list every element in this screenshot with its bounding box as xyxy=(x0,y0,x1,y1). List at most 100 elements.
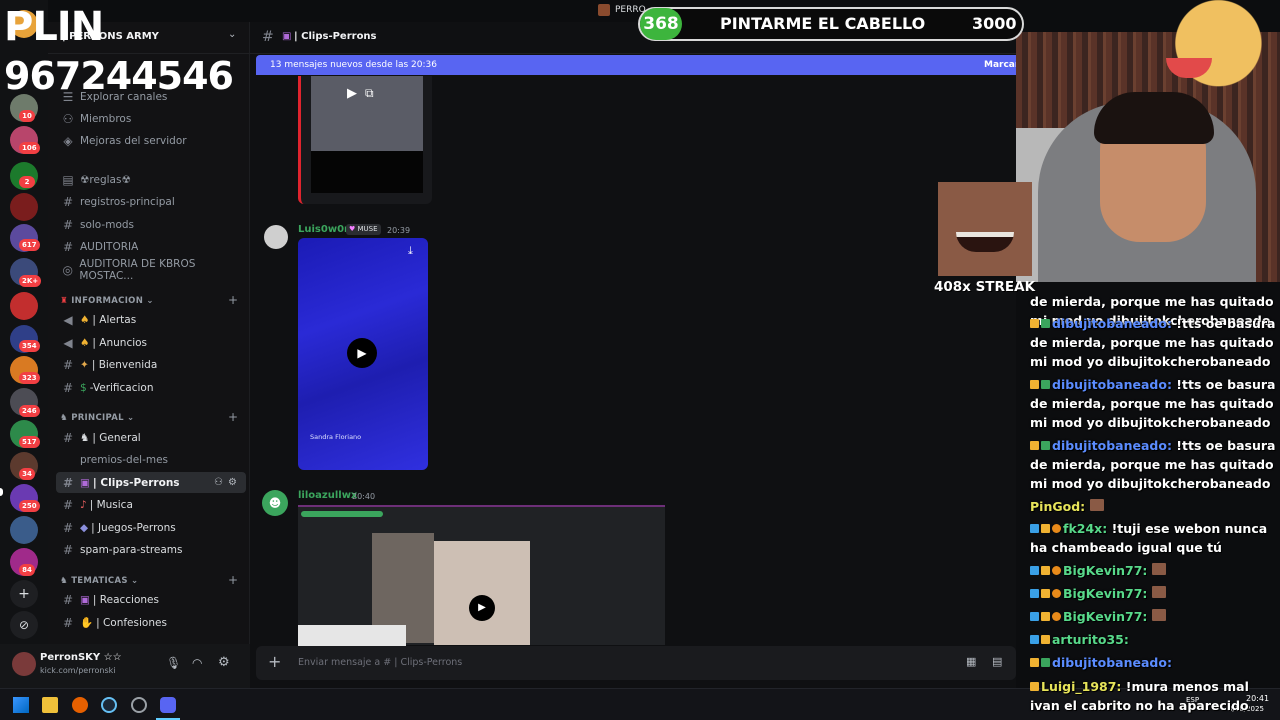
gear-icon[interactable]: ⚙ xyxy=(218,655,230,670)
message-composer[interactable]: + Enviar mensaje a # | Clips-Perrons ▦ ▤ xyxy=(256,646,1016,680)
clapper-icon: ▣ xyxy=(80,593,90,606)
channel-premios[interactable]: premios-del-mes xyxy=(56,449,246,470)
category-tematicas[interactable]: ♞ TEMATICAS ⌄ xyxy=(60,576,138,586)
channel-musica[interactable]: # ♪ | Musica xyxy=(56,494,246,515)
mention-badge: 2 xyxy=(19,176,35,188)
hash-icon: # xyxy=(62,217,74,232)
sidebar-item-boosts[interactable]: ◈ Mejoras del servidor xyxy=(56,130,246,151)
mark-read-button[interactable]: Marcar xyxy=(984,60,1019,70)
user-status: kick.com/perronski xyxy=(40,666,116,675)
mention-badge: 617 xyxy=(19,239,40,251)
stream-chat-message: dibujitobaneado: !tts oe basura de mierd… xyxy=(1030,436,1276,493)
music-icon: ♪ xyxy=(80,498,87,511)
channel-solo-mods[interactable]: # solo-mods xyxy=(56,214,246,235)
channel-anuncios[interactable]: ◀ ♠ | Anuncios xyxy=(56,332,246,353)
channel-label: | Clips-Perrons xyxy=(92,476,180,489)
channel-reacciones[interactable]: # ▣ | Reacciones xyxy=(56,589,246,610)
mention-badge: 250 xyxy=(19,500,40,512)
message-timestamp: 20:39 xyxy=(387,226,411,235)
play-icon[interactable]: ▶ xyxy=(347,338,377,368)
hash-icon: # xyxy=(62,430,74,445)
vip-badge-icon xyxy=(1030,612,1039,621)
dog-icon: ♞ xyxy=(60,413,72,423)
bell-icon: ♠ xyxy=(80,336,90,349)
file-explorer-icon[interactable] xyxy=(42,697,58,713)
channel-verificacion[interactable]: # $ -Verificacion xyxy=(56,377,246,398)
sidebar-item-label: Mejoras del servidor xyxy=(80,134,187,147)
server-icon[interactable] xyxy=(10,193,38,221)
laughing-mouth xyxy=(956,232,1014,252)
firefox-icon[interactable] xyxy=(72,697,88,713)
channel-label: AUDITORIA DE KBROS MOSTAC... xyxy=(79,257,196,282)
gear-icon[interactable]: ⚙ xyxy=(228,477,237,488)
category-label: TEMATICAS xyxy=(71,576,128,586)
avatar[interactable] xyxy=(12,652,36,676)
stream-chat-message: PinGod: xyxy=(1030,497,1276,516)
image-thumb xyxy=(434,541,530,645)
channel-auditoria-kbros[interactable]: ◎ AUDITORIA DE KBROS MOSTAC... xyxy=(56,257,246,282)
mention-badge: 2K+ xyxy=(19,275,42,287)
channel-auditoria[interactable]: # AUDITORIA xyxy=(56,236,246,257)
phone-number: 967244546 xyxy=(4,54,234,98)
channel-juegos[interactable]: # ◆ | Juegos-Perrons xyxy=(56,517,246,538)
category-informacion[interactable]: ♜ INFORMACION ⌄ xyxy=(60,296,154,306)
add-channel-icon[interactable]: + xyxy=(228,410,238,424)
channel-clips-perrons[interactable]: # ▣ | Clips-Perrons ⚇ ⚙ xyxy=(56,472,246,493)
alarm-icon: ♜ xyxy=(60,296,72,306)
channel-label: premios-del-mes xyxy=(80,453,169,466)
headphones-icon[interactable]: ◠ xyxy=(192,656,202,670)
sidebar-item-members[interactable]: ⚇ Miembros xyxy=(56,108,246,129)
add-server-icon[interactable]: + xyxy=(10,580,38,608)
video-attachment[interactable]: ▶ ⧉ xyxy=(298,76,432,204)
steam-icon[interactable] xyxy=(101,697,117,713)
channel-spam[interactable]: # spam-para-streams xyxy=(56,539,246,560)
add-attachment-icon[interactable]: + xyxy=(268,652,281,671)
plin-label: PLIN xyxy=(4,4,104,50)
video-caption: Sandra Floriano xyxy=(310,433,362,441)
play-icon[interactable]: ▶ xyxy=(469,595,495,621)
channel-label: | Anuncios xyxy=(92,336,148,349)
channel-label: solo-mods xyxy=(80,218,135,231)
stream-chat-message: arturito35: xyxy=(1030,630,1276,649)
discover-icon[interactable]: ⊘ xyxy=(10,611,38,639)
category-principal[interactable]: ♞ PRINCIPAL ⌄ xyxy=(60,413,134,423)
message-timestamp: 20:40 xyxy=(352,492,376,501)
dog-sticker xyxy=(1126,0,1280,96)
new-messages-bar[interactable]: 13 mensajes nuevos desde las 20:36 Marca… xyxy=(256,55,1019,75)
microphone-icon[interactable]: 🎙︎ xyxy=(166,656,181,670)
streak-label: 408x STREAK xyxy=(934,279,1036,295)
channel-confesiones[interactable]: # ✋ | Confesiones xyxy=(56,612,246,633)
add-channel-icon[interactable]: + xyxy=(228,573,238,587)
message-author[interactable]: liloazullwx xyxy=(298,490,357,501)
stream-chat-message: Luigi_1987: !mura menos mal ivan el cabr… xyxy=(1030,677,1276,715)
screenshot-attachment[interactable]: ▶ xyxy=(298,505,665,647)
channel-general[interactable]: # ♞ | General xyxy=(56,427,246,448)
stream-chat-message: fk24x: !tuji ese webon nunca ha chambead… xyxy=(1030,519,1276,557)
server-icon[interactable] xyxy=(10,516,38,544)
obs-icon[interactable] xyxy=(131,697,147,713)
invite-icon[interactable]: ⚇ xyxy=(214,477,223,488)
goal-target: 3000 xyxy=(972,14,1017,33)
play-icon[interactable]: ▶ xyxy=(347,86,357,101)
server-icon[interactable] xyxy=(10,292,38,320)
goal-count: 368 xyxy=(640,8,682,40)
channel-registros[interactable]: # registros-principal xyxy=(56,191,246,212)
mention-badge: 354 xyxy=(19,340,40,352)
discord-avatar-icon[interactable]: ☻ xyxy=(262,490,288,516)
windows-start-icon[interactable] xyxy=(13,697,29,713)
chat-username: BigKevin77: xyxy=(1063,586,1148,601)
channel-bienvenida[interactable]: # ✦ | Bienvenida xyxy=(56,354,246,375)
download-icon[interactable]: ⤓ xyxy=(408,244,413,258)
avatar[interactable] xyxy=(264,225,288,249)
message-author[interactable]: Luis0w0r xyxy=(298,224,349,235)
add-channel-icon[interactable]: + xyxy=(228,293,238,307)
channel-reglas[interactable]: ▤ ☢reglas☢ xyxy=(56,169,246,190)
channel-label: | Musica xyxy=(89,498,133,511)
progress-bar xyxy=(301,511,383,517)
gif-icon[interactable]: ▤ xyxy=(992,655,1002,668)
channel-alertas[interactable]: ◀ ♠ | Alertas xyxy=(56,309,246,330)
video-attachment[interactable]: ⤓ ▶ Sandra Floriano xyxy=(298,238,428,470)
discord-icon[interactable] xyxy=(160,697,176,713)
gift-icon[interactable]: ▦ xyxy=(966,655,976,668)
popout-icon[interactable]: ⧉ xyxy=(365,86,374,101)
